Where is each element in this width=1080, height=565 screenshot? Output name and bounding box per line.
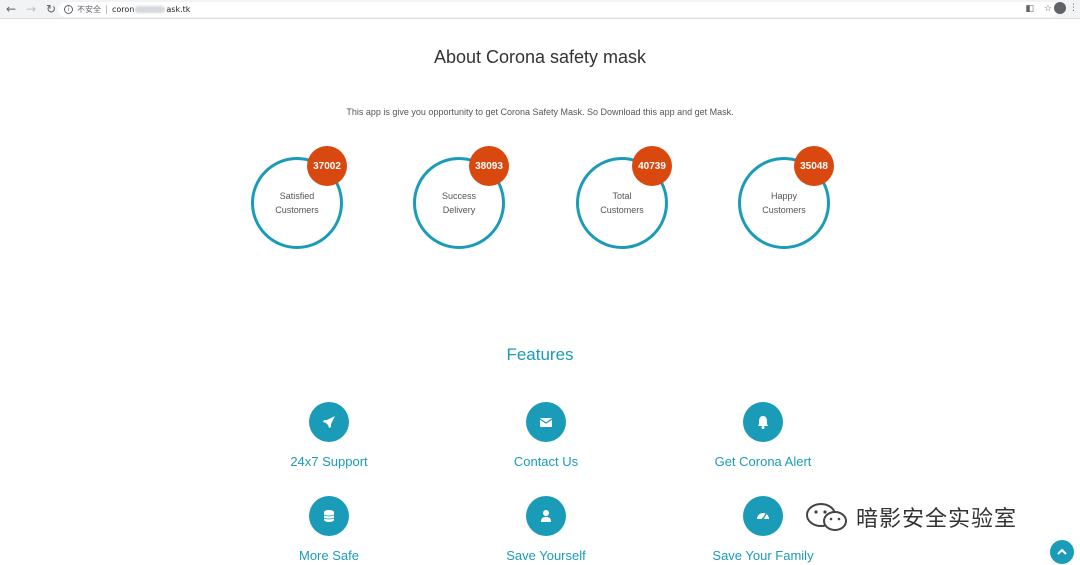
stat-count-badge: 35048 xyxy=(794,146,834,186)
feature-contact-us[interactable]: Contact Us xyxy=(466,402,626,469)
about-title: About Corona safety mask xyxy=(433,47,647,67)
kebab-menu-icon[interactable]: ⋮ xyxy=(1069,3,1078,13)
database-icon xyxy=(309,496,349,536)
feature-label: Save Your Family xyxy=(712,548,814,563)
url-prefix: coron xyxy=(112,5,135,14)
back-arrow-icon[interactable]: ← xyxy=(2,0,20,18)
wechat-watermark: 暗影安全实验室 xyxy=(804,501,1017,533)
features-title: Features xyxy=(506,345,574,364)
feature-label: More Safe xyxy=(299,548,359,563)
feature-get-corona-alert[interactable]: Get Corona Alert xyxy=(683,402,843,469)
stat-total-customers: Total Customers 40739 xyxy=(576,146,672,249)
stat-satisfied-customers: Satisfied Customers 37002 xyxy=(251,146,347,249)
stat-label-line1: Satisfied xyxy=(279,191,315,201)
stat-label: Success Delivery xyxy=(424,189,494,217)
stat-label: Satisfied Customers xyxy=(262,189,332,217)
user-icon xyxy=(526,496,566,536)
stat-count-badge: 38093 xyxy=(469,146,509,186)
browser-toolbar: ← → ↻ i 不安全 coron ask.tk ◧ ☆ ⋮ xyxy=(0,0,1080,19)
translate-icon[interactable]: ◧ xyxy=(1025,4,1034,14)
bookmark-star-icon[interactable]: ☆ xyxy=(1044,4,1052,14)
feature-label: Get Corona Alert xyxy=(714,454,812,469)
back-to-top-button[interactable] xyxy=(1050,540,1074,564)
stat-label-line1: Total xyxy=(612,191,632,201)
feature-label: 24x7 Support xyxy=(290,454,368,469)
address-bar[interactable]: i 不安全 coron ask.tk ◧ ☆ xyxy=(58,2,1058,17)
about-lead-text: This app is give you opportunity to get … xyxy=(346,107,734,117)
chevron-up-icon xyxy=(1057,548,1067,555)
stat-label: Total Customers xyxy=(587,189,657,217)
feature-more-safe[interactable]: More Safe xyxy=(249,496,409,563)
stat-label-line1: Success xyxy=(441,191,476,201)
feature-24x7-support[interactable]: 24x7 Support xyxy=(249,402,409,469)
stat-label-line1: Happy xyxy=(770,191,797,201)
feature-save-yourself[interactable]: Save Yourself xyxy=(466,496,626,563)
profile-avatar-icon[interactable] xyxy=(1054,2,1066,14)
info-icon[interactable]: i xyxy=(64,5,73,14)
envelope-icon xyxy=(526,402,566,442)
wechat-icon xyxy=(806,503,847,531)
feature-label: Save Yourself xyxy=(506,548,586,563)
forward-arrow-icon[interactable]: → xyxy=(22,0,40,18)
omnibox-divider xyxy=(106,5,107,14)
bell-icon xyxy=(743,402,783,442)
rocket-icon xyxy=(309,402,349,442)
stat-success-delivery: Success Delivery 38093 xyxy=(413,146,509,249)
stat-count-badge: 37002 xyxy=(307,146,347,186)
stat-label-line2: Customers xyxy=(600,205,644,215)
stat-count-badge: 40739 xyxy=(632,146,672,186)
stat-happy-customers: Happy Customers 35048 xyxy=(738,146,834,249)
url-suffix: ask.tk xyxy=(166,5,191,14)
dashboard-icon xyxy=(743,496,783,536)
stat-label-line2: Customers xyxy=(275,205,319,215)
stat-label-line2: Delivery xyxy=(442,205,476,215)
feature-label: Contact Us xyxy=(513,454,579,469)
stat-label: Happy Customers xyxy=(749,189,819,217)
security-label: 不安全 xyxy=(77,5,101,14)
watermark-text: 暗影安全实验室 xyxy=(856,507,1018,532)
stat-label-line2: Customers xyxy=(762,205,806,215)
url-redacted xyxy=(135,6,166,13)
